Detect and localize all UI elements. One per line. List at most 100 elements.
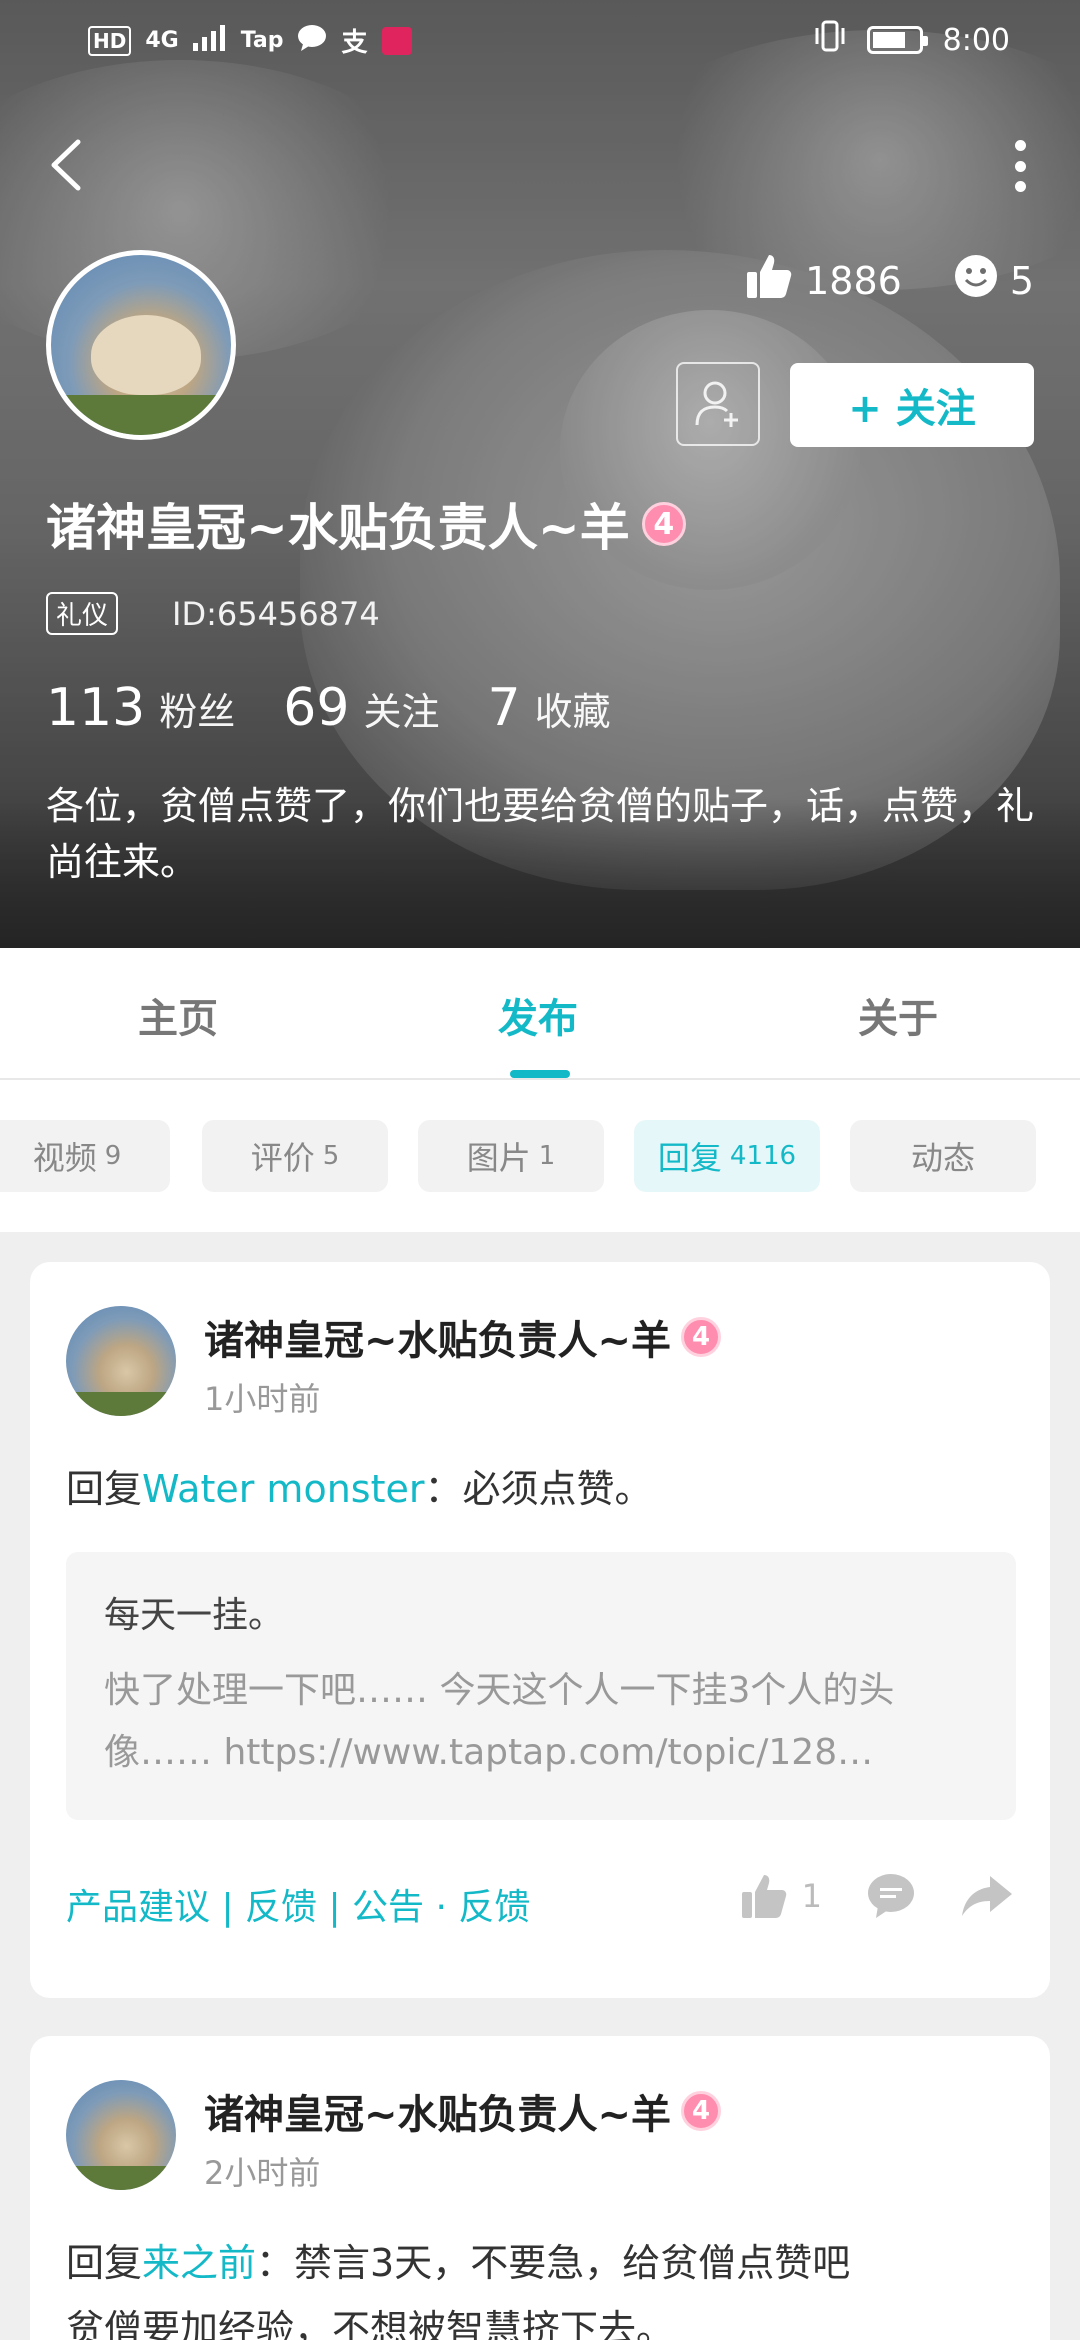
reply-text: 回复Water monster：必须点赞。 xyxy=(66,1458,653,1513)
filter-label: 视频 xyxy=(32,1139,97,1177)
reply-text-continued: 贫僧要加经验，不想被智慧挤下去。 xyxy=(66,2307,675,2340)
calendar-icon xyxy=(381,26,412,55)
status-indicators: HD 4G Tap 支 xyxy=(88,22,412,59)
filter-replies[interactable]: 回复 4116 xyxy=(634,1120,820,1192)
add-user-icon xyxy=(695,381,738,427)
reply-text: 回复来之前：禁言3天，不要急，给贫僧点赞吧 xyxy=(66,2232,850,2287)
favorites-label: 收藏 xyxy=(534,690,611,734)
hd-indicator: HD xyxy=(88,25,132,56)
filter-videos[interactable]: 视频 9 xyxy=(0,1120,170,1192)
filter-count: 9 xyxy=(104,1141,122,1171)
following-value: 69 xyxy=(283,678,350,738)
profile-stats: 1886 5 xyxy=(745,252,1034,309)
active-tab-indicator xyxy=(510,1070,570,1078)
level-badge: 4 xyxy=(681,2091,722,2131)
reply-body: ：必须点赞。 xyxy=(424,1467,653,1511)
reply-card[interactable]: 诸神皇冠~水贴负责人~羊 4 2小时前 回复来之前：禁言3天，不要急，给贫僧点赞… xyxy=(30,2036,1050,2340)
taptap-indicator: Tap xyxy=(240,28,284,53)
profile-bio: 各位，贫僧点赞了，你们也要给贫僧的贴子，话，点赞，礼尚往来。 xyxy=(46,784,1035,884)
post-avatar[interactable] xyxy=(66,2080,176,2190)
post-time: 2小时前 xyxy=(204,2154,321,2192)
filter-reviews[interactable]: 评价 5 xyxy=(202,1120,388,1192)
vibrate-icon xyxy=(813,20,847,60)
signal-icon xyxy=(192,24,227,57)
avatar-lamb xyxy=(91,315,201,395)
smile-icon xyxy=(954,254,998,307)
post-category-tags[interactable]: 产品建议 | 反馈 | 公告 · 反馈 xyxy=(66,1878,530,1930)
tab-about[interactable]: 关于 xyxy=(858,986,938,1044)
reply-prefix: 回复 xyxy=(66,2241,143,2285)
avatar[interactable] xyxy=(46,250,236,440)
filter-count: 4116 xyxy=(729,1141,797,1171)
avatar-grass xyxy=(66,1392,176,1416)
likes-count: 1886 xyxy=(805,258,902,303)
user-tag[interactable]: 礼仪 xyxy=(46,592,119,635)
reactions-count: 5 xyxy=(1009,258,1034,303)
quoted-title: 每天一挂。 xyxy=(104,1595,285,1636)
more-options-icon[interactable] xyxy=(1010,140,1030,192)
tab-posts[interactable]: 发布 xyxy=(498,986,578,1044)
post-author[interactable]: 诸神皇冠~水贴负责人~羊 4 xyxy=(204,2082,722,2140)
filter-count: 1 xyxy=(538,1141,556,1171)
reply-card[interactable]: 诸神皇冠~水贴负责人~羊 4 1小时前 回复Water monster：必须点赞… xyxy=(30,1262,1050,1998)
follow-button[interactable]: + 关注 xyxy=(790,363,1034,447)
tab-home[interactable]: 主页 xyxy=(138,986,218,1044)
fans-label: 粉丝 xyxy=(159,690,236,734)
author-name: 诸神皇冠~水贴负责人~羊 xyxy=(204,1318,672,1364)
level-badge: 4 xyxy=(641,502,686,546)
status-time: 8:00 xyxy=(942,22,1010,58)
back-icon[interactable] xyxy=(44,138,88,192)
reply-prefix: 回复 xyxy=(66,1467,143,1511)
share-button[interactable] xyxy=(960,1874,1014,1918)
post-time: 1小时前 xyxy=(204,1380,321,1418)
status-right: 8:00 xyxy=(813,20,1010,60)
filter-activity[interactable]: 动态 xyxy=(850,1120,1036,1192)
level-badge: 4 xyxy=(681,1317,722,1357)
following-label: 关注 xyxy=(363,690,440,734)
reply-body: ：禁言3天，不要急，给贫僧点赞吧 xyxy=(256,2241,851,2285)
quoted-post[interactable]: 每天一挂。 快了处理一下吧…… 今天这个人一下挂3个人的头像…… https:/… xyxy=(66,1552,1016,1820)
thumbs-up-icon xyxy=(741,1875,786,1918)
username-text: 诸神皇冠~水贴负责人~羊 xyxy=(46,499,630,557)
user-id: ID:65456874 xyxy=(172,594,380,633)
chat-icon xyxy=(297,24,327,58)
profile-tabs: 主页 发布 关于 xyxy=(0,948,1080,1080)
post-avatar[interactable] xyxy=(66,1306,176,1416)
quoted-excerpt: 快了处理一下吧…… 今天这个人一下挂3个人的头像…… https://www.t… xyxy=(104,1670,895,1773)
favorites-value: 7 xyxy=(487,678,521,738)
fans-value: 113 xyxy=(46,678,146,738)
add-friend-button[interactable] xyxy=(676,362,760,446)
avatar-grass xyxy=(66,2166,176,2190)
alipay-icon: 支 xyxy=(341,28,368,58)
filter-images[interactable]: 图片 1 xyxy=(418,1120,604,1192)
favorites-count[interactable]: 7 收藏 xyxy=(487,678,610,738)
filter-label: 图片 xyxy=(466,1139,531,1177)
network-indicator: 4G xyxy=(145,28,179,53)
profile-meta: 礼仪 ID:65456874 xyxy=(46,592,380,635)
battery-icon xyxy=(866,26,928,54)
comment-button[interactable] xyxy=(866,1872,916,1920)
reactions-stat: 5 xyxy=(954,254,1034,307)
content-filter-bar: 视频 9 评价 5 图片 1 回复 4116 动态 xyxy=(0,1080,1080,1232)
author-name: 诸神皇冠~水贴负责人~羊 xyxy=(204,2092,672,2138)
profile-username: 诸神皇冠~水贴负责人~羊 4 xyxy=(46,488,686,560)
post-actions: 1 xyxy=(740,1872,1014,1920)
filter-label: 回复 xyxy=(657,1139,722,1177)
post-author[interactable]: 诸神皇冠~水贴负责人~羊 4 xyxy=(204,1308,722,1366)
reply-to-link[interactable]: Water monster xyxy=(142,1467,424,1511)
avatar-grass xyxy=(51,395,231,435)
follow-counts: 113 粉丝 69 关注 7 收藏 xyxy=(46,678,611,738)
share-icon xyxy=(962,1876,1012,1916)
filter-label: 评价 xyxy=(250,1139,315,1177)
comment-icon xyxy=(868,1874,914,1918)
filter-count: 5 xyxy=(322,1141,340,1171)
reply-to-link[interactable]: 来之前 xyxy=(142,2241,256,2285)
likes-stat: 1886 xyxy=(745,252,902,309)
thumbs-up-icon xyxy=(745,252,793,309)
like-button[interactable]: 1 xyxy=(740,1872,822,1920)
profile-header: HD 4G Tap 支 8:00 1886 5 + 关注 诸神皇冠~水贴负责人~… xyxy=(0,0,1080,948)
like-count: 1 xyxy=(801,1877,822,1915)
fans-count[interactable]: 113 粉丝 xyxy=(46,678,235,738)
following-count[interactable]: 69 关注 xyxy=(283,678,439,738)
status-bar: HD 4G Tap 支 8:00 xyxy=(0,0,1080,80)
